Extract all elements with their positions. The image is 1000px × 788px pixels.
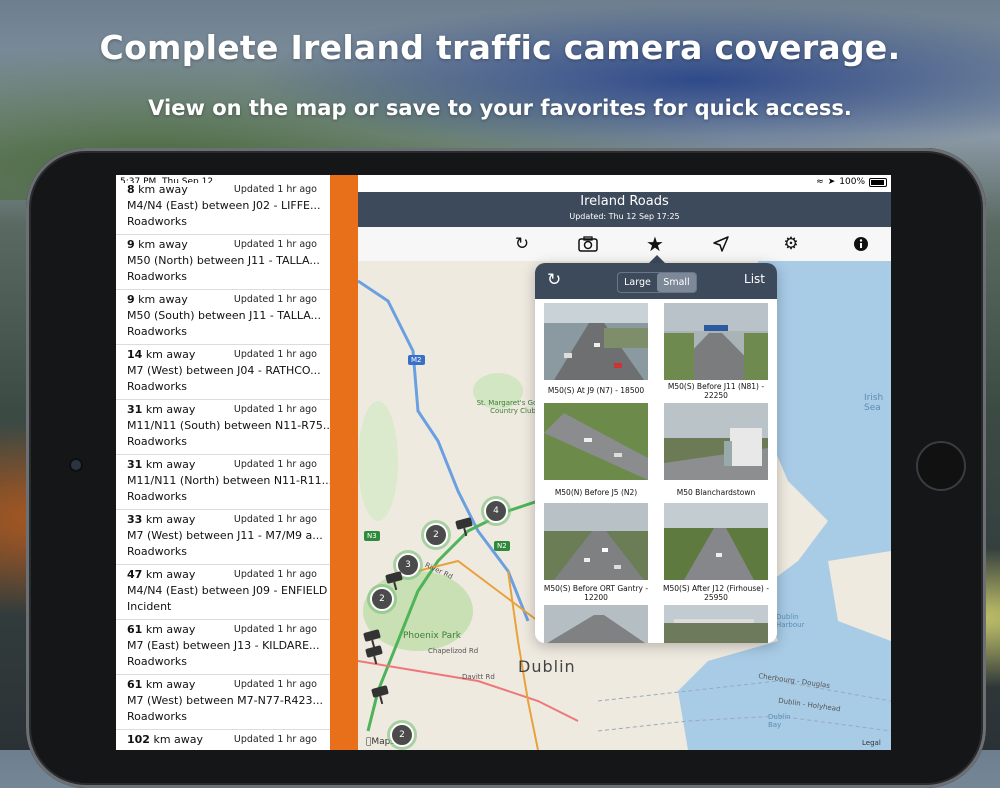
settings-icon[interactable]: ⚙ [780, 233, 802, 255]
list-item[interactable]: 61 km away Updated 1 hr ago M7 (West) be… [116, 674, 330, 730]
size-segmented-control[interactable]: Large Small [617, 272, 697, 293]
list-item[interactable]: 14 km away Updated 1 hr ago M7 (West) be… [116, 344, 330, 400]
camera-cluster[interactable]: 4 [484, 499, 508, 523]
camera-caption: M50 Blanchardstown [676, 488, 756, 497]
list-item[interactable]: 9 km away Updated 1 hr ago M50 (South) b… [116, 289, 330, 345]
app-screen: 5:37 PM Thu Sep 12 8 km away Updated 1 h… [116, 175, 891, 750]
status-indicators: ≈ ➤ 100% [816, 177, 887, 187]
list-item[interactable]: 47 km away Updated 1 hr ago M4/N4 (East)… [116, 564, 355, 620]
nav-bar: Ireland Roads Updated: Thu 12 Sep 17:25 [358, 192, 891, 227]
segment-large[interactable]: Large [618, 273, 657, 292]
favorites-popover: ↻ Large Small List M50(S) At J9 (N7) - 1… [535, 263, 777, 643]
list-button[interactable]: List [744, 272, 765, 286]
wifi-icon: ≈ [816, 177, 824, 187]
battery-icon [869, 177, 887, 187]
location-icon: ➤ [827, 177, 836, 187]
list-item[interactable]: 8 km away Updated 1 hr ago M4/N4 (East) … [116, 179, 330, 235]
camera-icon[interactable] [577, 233, 599, 255]
road-badge-n2: N2 [494, 541, 510, 551]
promo-headline: Complete Ireland traffic camera coverage… [99, 28, 901, 67]
map-toolbar: ↻ ★ ⚙ [358, 227, 891, 262]
camera-thumbnail[interactable] [664, 403, 768, 480]
incident-list[interactable]: 8 km away Updated 1 hr ago M4/N4 (East) … [116, 183, 355, 750]
list-item[interactable]: 33 km away Updated 1 hr ago M7 (West) be… [116, 509, 330, 565]
camera-thumbnail[interactable] [544, 503, 648, 580]
refresh-icon[interactable]: ↻ [547, 270, 561, 290]
map-label-dublin-bay: Dublin Bay [768, 713, 791, 729]
list-item[interactable]: 31 km away Updated 1 hr ago M11/N11 (Nor… [116, 454, 332, 510]
segment-small[interactable]: Small [657, 273, 696, 292]
camera-thumbnail[interactable] [664, 503, 768, 580]
map-legal-link[interactable]: Legal [862, 739, 881, 747]
front-camera [71, 460, 81, 470]
camera-cluster[interactable]: 2 [424, 523, 448, 547]
promo-subheadline: View on the map or save to your favorite… [148, 96, 852, 120]
nav-subtitle: Updated: Thu 12 Sep 17:25 [569, 212, 680, 221]
map-label-davitt: Davitt Rd [462, 673, 495, 681]
home-button[interactable] [916, 441, 966, 491]
camera-caption: M50(S) After J12 (Firhouse) - 25950 [663, 584, 769, 602]
road-badge-n3: N3 [364, 531, 380, 541]
map-label-chapelizod: Chapelizod Rd [428, 647, 479, 655]
camera-caption: M50(S) Before ORT Gantry - 12200 [543, 584, 649, 602]
camera-caption: M50(S) Before J11 (N81) - 22250 [667, 382, 765, 400]
location-arrow-icon[interactable] [710, 233, 732, 255]
info-icon[interactable] [850, 233, 872, 255]
camera-caption: M50(S) At J9 (N7) - 18500 [547, 386, 645, 395]
camera-thumbnail[interactable] [544, 403, 648, 480]
camera-thumbnail[interactable] [544, 605, 648, 643]
nav-title: Ireland Roads [580, 194, 669, 209]
camera-caption: M50(N) Before J5 (N2) [554, 488, 638, 497]
camera-thumbnail[interactable] [664, 605, 768, 643]
map-label-dublin: Dublin [518, 657, 576, 676]
popover-header: ↻ Large Small List [535, 263, 777, 299]
road-badge-m2: M2 [408, 355, 425, 365]
list-item[interactable]: 61 km away Updated 1 hr ago M7 (East) be… [116, 619, 330, 675]
camera-cluster[interactable]: 2 [370, 587, 394, 611]
refresh-icon[interactable]: ↻ [511, 233, 533, 255]
map-label-dublin-harbour: Dublin Harbour [776, 613, 805, 629]
list-item[interactable]: 102 km away Updated 1 hr ago [116, 729, 330, 750]
camera-thumbnail[interactable] [664, 303, 768, 380]
star-icon[interactable]: ★ [644, 233, 666, 255]
map-label-irish-sea: Irish Sea [864, 393, 884, 413]
list-item[interactable]: 31 km away Updated 1 hr ago M11/N11 (Sou… [116, 399, 333, 455]
camera-thumbnail[interactable] [544, 303, 648, 380]
camera-cluster[interactable]: 2 [390, 723, 414, 747]
list-item[interactable]: 9 km away Updated 1 hr ago M50 (North) b… [116, 234, 330, 290]
map-label-phoenix-park: Phoenix Park [403, 631, 462, 641]
split-divider[interactable] [330, 175, 358, 750]
